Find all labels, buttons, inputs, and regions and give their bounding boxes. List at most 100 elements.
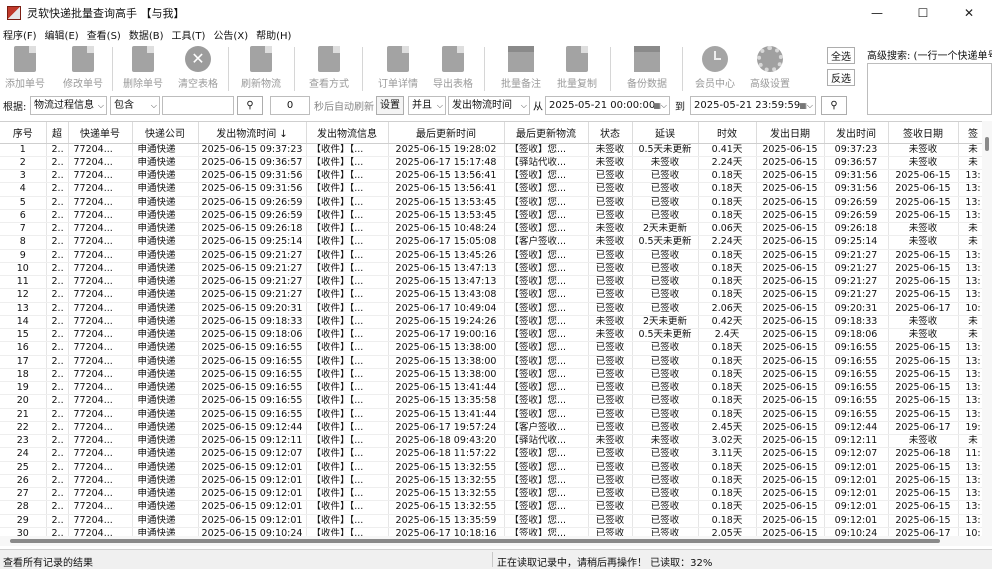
column-header[interactable]: 时效	[698, 122, 757, 144]
edit-button[interactable]: 修改单号	[62, 43, 104, 90]
table-row[interactable]: 22 2.. 77204... 申通快递 2025-06-15 09:12:44 【收件】…	[0, 421, 989, 436]
table-row[interactable]: 24 2.. 77204... 申通快递 2025-06-15 09:12:07 【收件】…	[0, 447, 989, 462]
table-row[interactable]: 7 2.. 77204... 申通快递 2025-06-15 09:26:18 【收件】【…	[0, 222, 989, 237]
column-header[interactable]: 发出物流时间 ↓	[198, 122, 307, 144]
delete-button[interactable]: 删除单号	[122, 43, 164, 90]
clear-button[interactable]: ✕ 清空表格	[177, 43, 219, 90]
backup-button[interactable]: 备份数据	[625, 43, 669, 90]
table-cell: 申通快递	[132, 341, 199, 356]
table-row[interactable]: 28 2.. 77204... 申通快递 2025-06-15 09:12:01 【收件】…	[0, 500, 989, 515]
invert-selection-button[interactable]: 反选	[827, 69, 855, 86]
table-row[interactable]: 26 2.. 77204... 申通快递 2025-06-15 09:12:01 【收件】…	[0, 474, 989, 489]
table-cell: 2025-06-15 09:21:27	[198, 275, 307, 290]
menu-edit[interactable]: 编辑(E)	[45, 27, 79, 42]
advanced-search-input[interactable]	[867, 63, 992, 115]
operator-select[interactable]: 包含 ⌵	[110, 96, 160, 115]
table-row[interactable]: 12 2.. 77204... 申通快递 2025-06-15 09:21:27 【收件】…	[0, 288, 989, 303]
table-row[interactable]: 19 2.. 77204... 申通快递 2025-06-15 09:16:55 【收件】…	[0, 381, 989, 396]
refresh-seconds-input[interactable]: 0	[270, 96, 310, 115]
table-row[interactable]: 3 2.. 77204... 申通快递 2025-06-15 09:31:56 【收件】【…	[0, 169, 989, 184]
table-row[interactable]: 2 2.. 77204... 申通快递 2025-06-15 09:36:57 【收件】【…	[0, 156, 989, 171]
table-row[interactable]: 11 2.. 77204... 申通快递 2025-06-15 09:21:27 【收件】…	[0, 275, 989, 290]
column-header[interactable]: 发出时间	[824, 122, 889, 144]
set-button[interactable]: 设置	[376, 96, 404, 115]
column-header[interactable]: 发出日期	[756, 122, 825, 144]
table-row[interactable]: 23 2.. 77204... 申通快递 2025-06-15 09:12:11 【收件】…	[0, 434, 989, 449]
column-header[interactable]: 快递公司	[132, 122, 199, 144]
table-cell: 已签收	[632, 288, 699, 303]
table-cell: 2025-06-15	[888, 275, 959, 290]
member-center-button[interactable]: 会员中心	[693, 43, 737, 90]
table-row[interactable]: 10 2.. 77204... 申通快递 2025-06-15 09:21:27 【收件】…	[0, 262, 989, 277]
menu-program[interactable]: 程序(F)	[3, 27, 37, 42]
table-row[interactable]: 27 2.. 77204... 申通快递 2025-06-15 09:12:01 【收件】…	[0, 487, 989, 502]
from-date-picker[interactable]: 2025-05-21 00:00:00 ▦⌵	[545, 96, 670, 115]
table-cell: 【签收】您...	[504, 143, 589, 157]
table-row[interactable]: 20 2.. 77204... 申通快递 2025-06-15 09:16:55 【收件】…	[0, 394, 989, 409]
add-button[interactable]: 添加单号	[4, 43, 46, 90]
column-header[interactable]: 签收日期	[888, 122, 959, 144]
menu-help[interactable]: 帮助(H)	[256, 27, 291, 42]
table-row[interactable]: 4 2.. 77204... 申通快递 2025-06-15 09:31:56 【收件】【…	[0, 182, 989, 197]
column-header[interactable]: 延误	[632, 122, 699, 144]
advanced-settings-button[interactable]: 高级设置	[748, 43, 792, 90]
table-cell: 2025-06-17 10:49:04	[388, 302, 505, 316]
order-detail-button[interactable]: 订单详情	[377, 43, 419, 90]
table-row[interactable]: 13 2.. 77204... 申通快递 2025-06-15 09:20:31 【收件】…	[0, 302, 989, 316]
menu-tools[interactable]: 工具(T)	[172, 27, 206, 42]
table-row[interactable]: 15 2.. 77204... 申通快递 2025-06-15 09:18:06 【收件】…	[0, 328, 989, 343]
table-row[interactable]: 9 2.. 77204... 申通快递 2025-06-15 09:21:27 【收件】【…	[0, 249, 989, 263]
column-header[interactable]: 最后更新物流	[504, 122, 589, 144]
to-label: 到	[675, 102, 685, 113]
select-all-button[interactable]: 全选	[827, 47, 855, 64]
vertical-scroll-thumb[interactable]	[985, 137, 989, 151]
column-header[interactable]: 发出物流信息	[306, 122, 389, 144]
table-cell: 已签收	[588, 527, 633, 536]
table-cell: 0.18天	[698, 196, 757, 210]
vertical-scrollbar[interactable]	[982, 121, 992, 536]
column-header[interactable]: 状态	[588, 122, 633, 144]
time-field-select[interactable]: 发出物流时间 ⌵	[448, 96, 530, 115]
table-row[interactable]: 29 2.. 77204... 申通快递 2025-06-15 09:12:01 【收件】…	[0, 514, 989, 528]
table-row[interactable]: 8 2.. 77204... 申通快递 2025-06-15 09:25:14 【收件】【…	[0, 235, 989, 250]
table-row[interactable]: 21 2.. 77204... 申通快递 2025-06-15 09:16:55 【收件】…	[0, 408, 989, 422]
table-row[interactable]: 6 2.. 77204... 申通快递 2025-06-15 09:26:59 【收件】【…	[0, 209, 989, 224]
column-header[interactable]: 快递单号	[68, 122, 133, 144]
export-button[interactable]: 导出表格	[432, 43, 474, 90]
menu-notice[interactable]: 公告(X)	[213, 27, 248, 42]
table-row[interactable]: 30 2.. 77204... 申通快递 2025-06-15 09:10:24 【收件】…	[0, 527, 989, 536]
table-row[interactable]: 5 2.. 77204... 申通快递 2025-06-15 09:26:59 【收件】【…	[0, 196, 989, 210]
table-cell: 0.18天	[698, 368, 757, 383]
table-cell: 申通快递	[132, 196, 199, 210]
column-header[interactable]: 最后更新时间	[388, 122, 505, 144]
minimize-button[interactable]: —	[854, 0, 900, 26]
menu-view[interactable]: 查看(S)	[87, 27, 121, 42]
table-row[interactable]: 25 2.. 77204... 申通快递 2025-06-15 09:12:01 【收件】…	[0, 461, 989, 475]
batch-copy-button[interactable]: 批量复制	[556, 43, 598, 90]
to-date-picker[interactable]: 2025-05-21 23:59:59 ▦⌵	[690, 96, 816, 115]
table-row[interactable]: 17 2.. 77204... 申通快递 2025-06-15 09:16:55 【收件】…	[0, 355, 989, 369]
filter-value-input[interactable]	[162, 96, 234, 115]
view-mode-button[interactable]: 查看方式	[308, 43, 350, 90]
refresh-button[interactable]: 刷新物流	[240, 43, 282, 90]
table-cell: 【签收】您...	[504, 381, 589, 396]
table-row[interactable]: 1 2.. 77204... 申通快递 2025-06-15 09:37:23 【收件】【…	[0, 143, 989, 157]
logic-select[interactable]: 并且 ⌵	[408, 96, 446, 115]
column-header[interactable]: 超	[46, 122, 69, 144]
field-select[interactable]: 物流过程信息 ⌵	[30, 96, 107, 115]
table-cell: 2025-06-15 09:31:56	[198, 182, 307, 197]
table-cell: 2025-06-15	[888, 169, 959, 184]
horizontal-scrollbar[interactable]	[0, 536, 992, 546]
column-header[interactable]: 序号	[0, 122, 47, 144]
search-button[interactable]: ⚲	[237, 96, 263, 115]
batch-note-button[interactable]: 批量备注	[500, 43, 542, 90]
table-row[interactable]: 14 2.. 77204... 申通快递 2025-06-15 09:18:33 【收件】…	[0, 315, 989, 330]
table-cell: 77204...	[68, 434, 133, 449]
horizontal-scroll-thumb[interactable]	[10, 539, 940, 543]
maximize-button[interactable]: ☐	[900, 0, 946, 26]
menu-data[interactable]: 数据(B)	[129, 27, 164, 42]
table-row[interactable]: 16 2.. 77204... 申通快递 2025-06-15 09:16:55 【收件】…	[0, 341, 989, 356]
close-button[interactable]: ✕	[946, 0, 992, 26]
date-search-button[interactable]: ⚲	[821, 96, 847, 115]
table-row[interactable]: 18 2.. 77204... 申通快递 2025-06-15 09:16:55 【收件】…	[0, 368, 989, 383]
